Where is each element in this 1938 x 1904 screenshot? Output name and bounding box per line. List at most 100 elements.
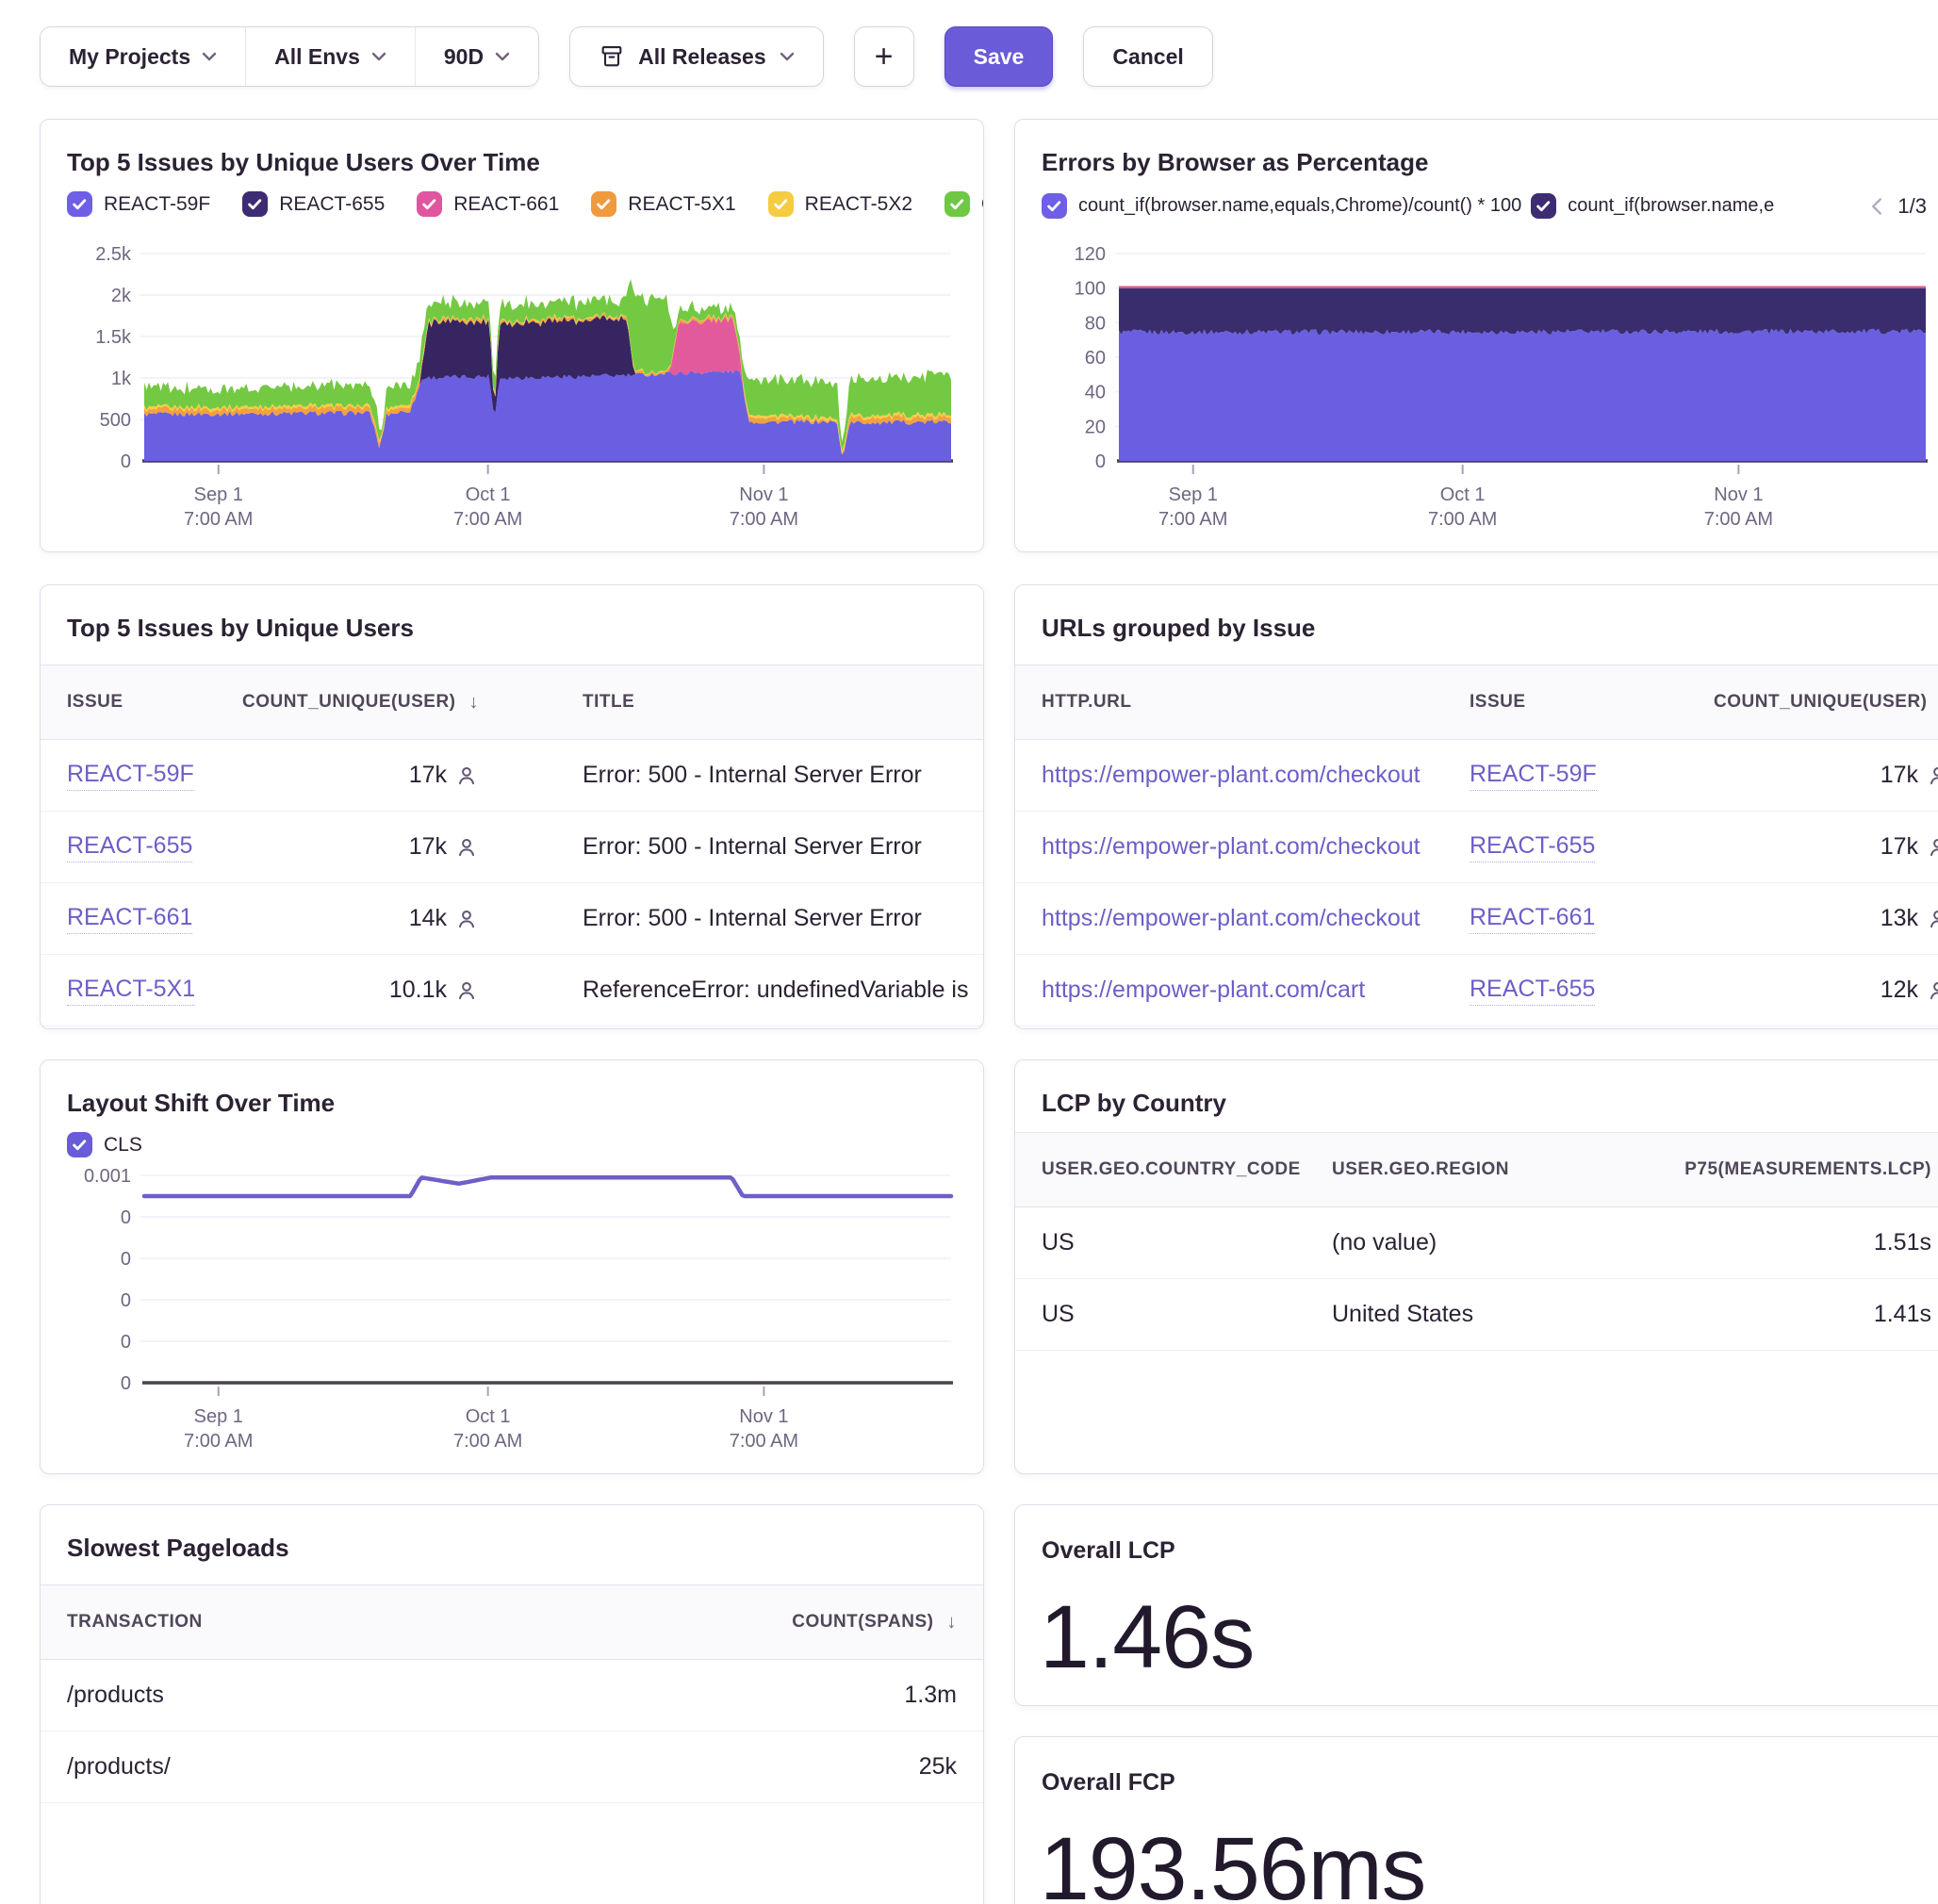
stacked-area-chart[interactable]: 020406080100120Sep 17:00 AMOct 17:00 AMN… <box>1015 225 1938 552</box>
user-count: 17k <box>409 762 447 789</box>
chevron-down-icon <box>371 52 386 61</box>
chart-legend: count_if(browser.name,equals,Chrome)/cou… <box>1042 193 1938 219</box>
legend-item-react-5x1[interactable]: REACT-5X1 <box>591 191 735 217</box>
sort-desc-icon: ↓ <box>947 1612 958 1633</box>
cancel-button[interactable]: Cancel <box>1083 26 1212 87</box>
url-link[interactable]: https://empower-plant.com/cart <box>1042 977 1365 1004</box>
svg-text:Sep 1: Sep 1 <box>194 484 243 505</box>
user-count: 14k <box>409 905 447 932</box>
svg-text:7:00 AM: 7:00 AM <box>1428 509 1497 530</box>
environment-filter-label: All Envs <box>274 44 360 70</box>
issue-link[interactable]: REACT-59F <box>1470 761 1597 791</box>
chart-legend: REACT-59F REACT-655 REACT-661 REACT-5X1 … <box>67 191 984 217</box>
issue-link[interactable]: REACT-655 <box>1470 832 1595 862</box>
issue-link[interactable]: REACT-59F <box>67 761 194 791</box>
column-header-http-url[interactable]: HTTP.URL <box>1015 692 1470 713</box>
svg-text:7:00 AM: 7:00 AM <box>730 509 798 530</box>
legend-item-chrome-formula[interactable]: count_if(browser.name,equals,Chrome)/cou… <box>1042 193 1521 219</box>
url-link[interactable]: https://empower-plant.com/checkout <box>1042 833 1421 861</box>
svg-text:Sep 1: Sep 1 <box>1169 484 1218 505</box>
stacked-area-chart[interactable]: 05001k1.5k2k2.5kSep 17:00 AMOct 17:00 AM… <box>41 225 984 552</box>
environment-filter-button[interactable]: All Envs <box>246 27 416 86</box>
issue-link[interactable]: REACT-655 <box>67 832 192 862</box>
user-icon <box>1926 978 1938 1003</box>
checkbox-checked-icon <box>768 191 794 217</box>
legend-item-react-661[interactable]: REACT-661 <box>417 191 559 217</box>
user-icon <box>454 835 479 860</box>
region: United States <box>1332 1301 1649 1328</box>
checkbox-checked-icon <box>67 191 92 217</box>
widget-title: LCP by Country <box>1042 1089 1226 1118</box>
svg-text:40: 40 <box>1085 383 1106 403</box>
sort-desc-icon: ↓ <box>469 692 480 714</box>
svg-text:7:00 AM: 7:00 AM <box>1704 509 1773 530</box>
line-chart[interactable]: 000000.001Sep 17:00 AMOct 17:00 AMNov 17… <box>41 1147 984 1474</box>
url-link[interactable]: https://empower-plant.com/checkout <box>1042 905 1421 932</box>
save-button[interactable]: Save <box>944 26 1054 87</box>
table-body: REACT-59F 17k Error: 500 - Internal Serv… <box>41 740 983 1026</box>
chevron-down-icon <box>202 52 217 61</box>
column-header-count-unique-user[interactable]: COUNT_UNIQUE(USER)↓ <box>1686 692 1938 714</box>
date-range-label: 90D <box>444 44 484 70</box>
issue-link[interactable]: REACT-661 <box>67 904 192 934</box>
table-row: REACT-661 14k Error: 500 - Internal Serv… <box>41 883 983 955</box>
column-header-region[interactable]: USER.GEO.REGION <box>1332 1159 1649 1180</box>
releases-icon <box>599 43 625 70</box>
svg-text:Nov 1: Nov 1 <box>739 484 788 505</box>
column-header-title[interactable]: TITLE <box>479 692 983 713</box>
widget-title: Overall FCP <box>1042 1769 1175 1797</box>
release-filter-label: All Releases <box>638 44 766 70</box>
legend-item-react-59f[interactable]: REACT-59F <box>67 191 210 217</box>
user-icon <box>454 978 479 1003</box>
legend-item-other[interactable]: Other <box>944 191 984 217</box>
legend-item-react-655[interactable]: REACT-655 <box>242 191 385 217</box>
column-header-count-unique-user[interactable]: COUNT_UNIQUE(USER)↓ <box>276 692 479 714</box>
span-count: 1.3m <box>682 1682 983 1709</box>
column-header-p75-lcp[interactable]: P75(MEASUREMENTS.LCP) <box>1649 1159 1938 1180</box>
svg-text:Nov 1: Nov 1 <box>1714 484 1763 505</box>
add-widget-button[interactable]: + <box>854 26 914 87</box>
table-header: USER.GEO.COUNTRY_CODE USER.GEO.REGION P7… <box>1015 1132 1938 1207</box>
widget-layout-shift: Layout Shift Over Time CLS 000000.001Sep… <box>40 1059 984 1474</box>
user-count: 17k <box>1881 762 1918 789</box>
svg-text:120: 120 <box>1075 244 1106 265</box>
column-header-country-code[interactable]: USER.GEO.COUNTRY_CODE <box>1015 1159 1332 1180</box>
svg-text:80: 80 <box>1085 313 1106 334</box>
chevron-down-icon <box>495 52 510 61</box>
widget-errors-by-browser: Errors by Browser as Percentage count_if… <box>1014 119 1938 552</box>
chevron-left-icon[interactable] <box>1870 197 1882 216</box>
svg-text:0: 0 <box>121 1290 131 1311</box>
legend-item-browser-formula-2[interactable]: count_if(browser.name,e <box>1531 193 1855 219</box>
plus-icon: + <box>875 39 894 75</box>
issue-link[interactable]: REACT-5X1 <box>67 976 195 1006</box>
svg-text:7:00 AM: 7:00 AM <box>453 509 522 530</box>
user-count: 17k <box>409 833 447 861</box>
table-row: https://empower-plant.com/checkout REACT… <box>1015 812 1938 883</box>
issue-title: Error: 500 - Internal Server Error <box>479 833 983 861</box>
issue-link[interactable]: REACT-655 <box>1470 976 1595 1006</box>
widget-issues-over-time: Top 5 Issues by Unique Users Over Time R… <box>40 119 984 552</box>
table-body: /products 1.3m /products/ 25k <box>41 1660 983 1803</box>
column-header-count-spans[interactable]: COUNT(SPANS)↓ <box>682 1612 983 1633</box>
svg-text:0.001: 0.001 <box>84 1166 131 1187</box>
issue-link[interactable]: REACT-661 <box>1470 904 1595 934</box>
transaction-name: /products <box>41 1682 682 1709</box>
user-icon <box>1926 835 1938 860</box>
svg-text:Oct 1: Oct 1 <box>1440 484 1486 505</box>
release-filter-button[interactable]: All Releases <box>569 26 824 87</box>
widget-overall-fcp: Overall FCP 193.56ms <box>1014 1736 1938 1904</box>
svg-text:7:00 AM: 7:00 AM <box>453 1431 522 1452</box>
column-header-issue[interactable]: ISSUE <box>41 692 276 713</box>
span-count: 25k <box>682 1753 983 1781</box>
p75-lcp-value: 1.51s <box>1649 1229 1938 1256</box>
project-filter-button[interactable]: My Projects <box>41 27 246 86</box>
date-range-filter-button[interactable]: 90D <box>416 27 538 86</box>
column-header-issue[interactable]: ISSUE <box>1470 692 1686 713</box>
legend-item-react-5x2[interactable]: REACT-5X2 <box>768 191 912 217</box>
url-link[interactable]: https://empower-plant.com/checkout <box>1042 762 1421 789</box>
svg-text:20: 20 <box>1085 417 1106 437</box>
svg-text:0: 0 <box>121 451 131 472</box>
svg-text:7:00 AM: 7:00 AM <box>184 1431 253 1452</box>
column-header-transaction[interactable]: TRANSACTION <box>41 1612 682 1633</box>
table-header: TRANSACTION COUNT(SPANS)↓ <box>41 1584 983 1660</box>
